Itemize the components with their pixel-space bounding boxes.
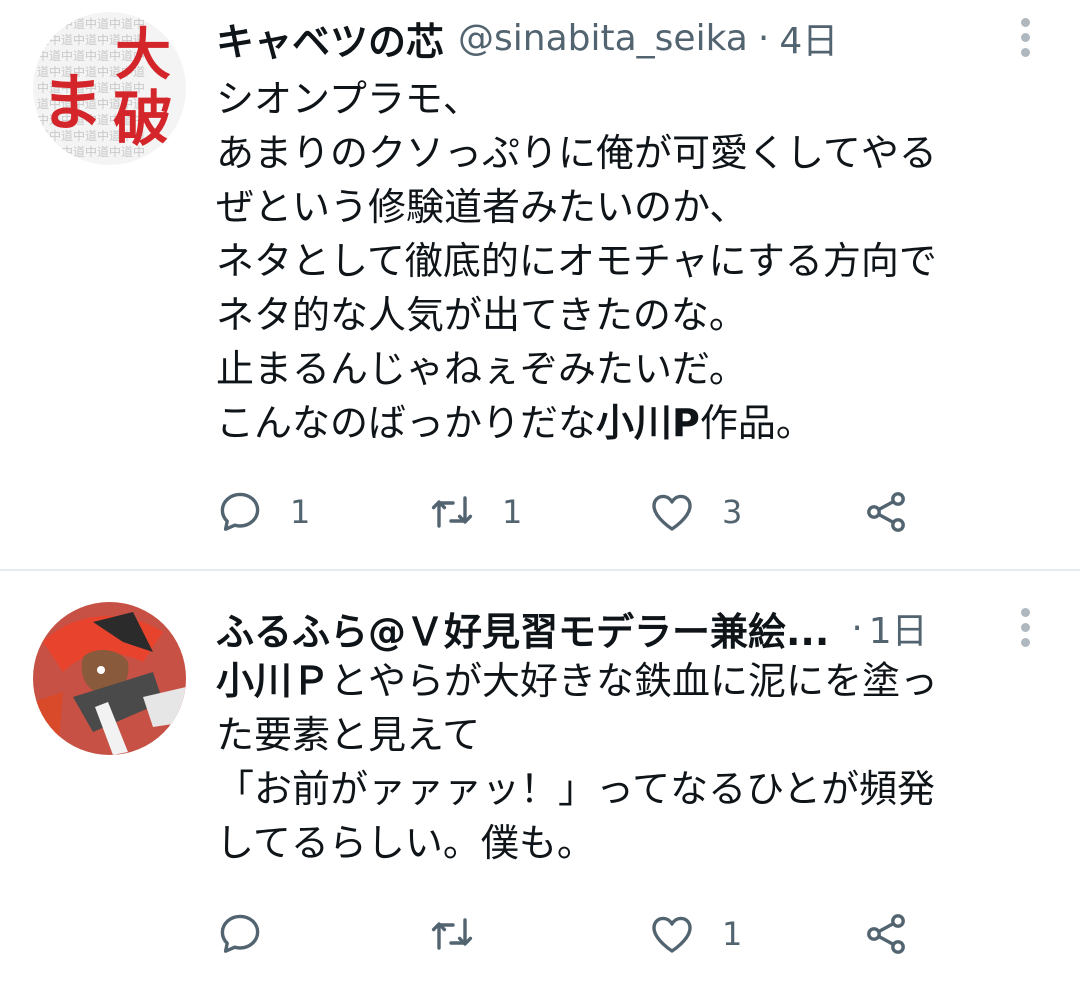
retweet-icon xyxy=(431,918,473,950)
reply-button[interactable]: 1 xyxy=(216,482,310,542)
tweet-line: シオンプラモ、 xyxy=(216,77,481,121)
tweet-line: 小川Ｐとやらが大好きな鉄血に泥にを塗っ xyxy=(216,659,939,703)
like-button[interactable]: 1 xyxy=(648,904,742,964)
reply-button[interactable] xyxy=(216,904,290,964)
retweet-button[interactable]: 1 xyxy=(428,482,522,542)
display-name[interactable]: ふるふら@Ｖ好見習モデラー兼絵... xyxy=(216,601,829,656)
heart-icon xyxy=(652,916,692,953)
separator-dot: · xyxy=(851,607,863,649)
avatar[interactable]: 中道中道中道中道中 道中道中道中道中道 中道中道中道中道中 道中道中道中道中道 … xyxy=(33,12,186,165)
tweet-line: あまりのクソっぷりに俺が可愛くしてやる xyxy=(216,131,937,175)
like-count: 1 xyxy=(722,915,743,953)
tweet-line: してるらしい。僕も。 xyxy=(216,821,595,865)
reply-icon xyxy=(220,492,260,531)
tweet[interactable]: 中道中道中道中道中 道中道中道中道中道 中道中道中道中道中 道中道中道中道中道 … xyxy=(0,0,1080,570)
retweet-icon xyxy=(431,496,473,528)
hashtag-bold: 小川P xyxy=(596,401,700,445)
avatar-char-2: 破 xyxy=(113,85,173,155)
tweet-line: 止まるんじゃねぇぞみたいだ。 xyxy=(216,347,747,391)
share-button[interactable] xyxy=(862,904,910,964)
more-vertical-icon[interactable] xyxy=(1018,18,1032,57)
retweet-button[interactable] xyxy=(428,904,502,964)
tweet-header: キャベツの芯 @sinabita_seika · 4日 xyxy=(216,8,838,68)
tweet[interactable]: ふるふら@Ｖ好見習モデラー兼絵... · 1日 小川Ｐとやらが大好きな鉄血に泥に… xyxy=(0,572,1080,982)
like-count: 3 xyxy=(722,493,743,531)
name-bold: 小川Ｐ xyxy=(216,659,331,703)
timestamp[interactable]: 1日 xyxy=(869,602,928,654)
tweet-actions: 1 xyxy=(216,904,936,964)
separator-dot: · xyxy=(757,17,770,59)
avatar-char-1: 大 xyxy=(115,23,171,88)
tweet-line: 「お前がァァァッ！」ってなるひとが頻発 xyxy=(216,767,935,811)
tweet-text: 小川Ｐとやらが大好きな鉄血に泥にを塗っ た要素と見えて 「お前がァァァッ！」って… xyxy=(216,654,1036,870)
tweet-line: こんなのばっかりだな小川P作品。 xyxy=(216,401,814,445)
like-button[interactable]: 3 xyxy=(648,482,742,542)
tweet-text: シオンプラモ、 あまりのクソっぷりに俺が可愛くしてやる ぜという修験道者みたいの… xyxy=(216,72,1036,450)
tweet-line: た要素と見えて xyxy=(216,713,481,757)
share-icon xyxy=(867,914,905,954)
timestamp[interactable]: 4日 xyxy=(779,12,838,64)
tweet-header: ふるふら@Ｖ好見習モデラー兼絵... · 1日 xyxy=(216,598,928,658)
tweet-divider xyxy=(0,569,1080,571)
share-icon xyxy=(867,492,905,532)
avatar[interactable] xyxy=(33,602,186,755)
reply-icon xyxy=(220,914,260,953)
heart-icon xyxy=(652,494,692,531)
reply-count: 1 xyxy=(290,493,311,531)
tweet-actions: 1 1 3 xyxy=(216,482,936,542)
tweet-line: ネタ的な人気が出てきたのな。 xyxy=(216,293,747,337)
tweet-line: ネタとして徹底的にオモチャにする方向で xyxy=(216,239,937,283)
more-vertical-icon[interactable] xyxy=(1018,608,1032,647)
retweet-count: 1 xyxy=(502,493,523,531)
user-handle[interactable]: @sinabita_seika xyxy=(458,18,748,59)
share-button[interactable] xyxy=(862,482,910,542)
display-name[interactable]: キャベツの芯 xyxy=(216,11,444,66)
tweet-line: ぜという修験道者みたいのか、 xyxy=(216,185,748,229)
avatar-char-small: ま xyxy=(41,66,103,139)
